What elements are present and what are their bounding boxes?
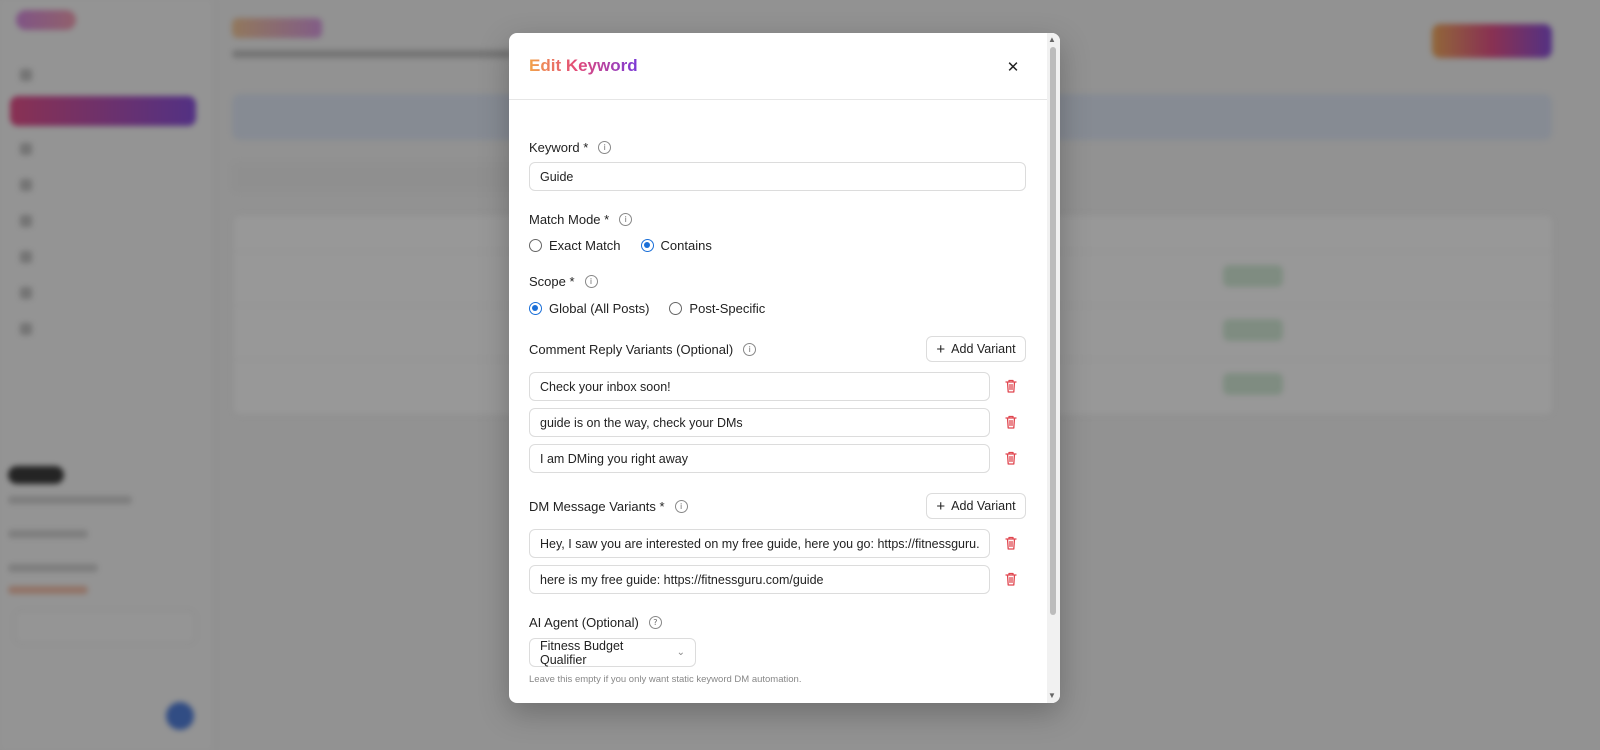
add-dm-variant-button[interactable]: + Add Variant bbox=[926, 493, 1026, 519]
ai-agent-select[interactable]: Fitness Budget Qualifier ⌄ bbox=[529, 638, 696, 667]
scope-options: Global (All Posts) Post-Specific bbox=[529, 301, 777, 316]
ai-agent-selected-value: Fitness Budget Qualifier bbox=[540, 638, 624, 667]
add-variant-label: Add Variant bbox=[951, 499, 1016, 513]
trash-icon[interactable] bbox=[1004, 414, 1018, 430]
edit-keyword-modal: Edit Keyword ✕ ▲ ▼ Keyword * i Match Mod… bbox=[509, 33, 1060, 703]
dm-variant-input[interactable] bbox=[529, 529, 990, 558]
ai-agent-label: AI Agent (Optional) ? bbox=[529, 615, 662, 630]
plus-icon: + bbox=[936, 340, 946, 358]
chevron-down-icon: ⌄ bbox=[676, 647, 685, 658]
add-variant-label: Add Variant bbox=[951, 342, 1016, 356]
scroll-down-icon[interactable]: ▼ bbox=[1048, 691, 1056, 700]
scope-label-text: Scope * bbox=[529, 274, 575, 289]
trash-icon[interactable] bbox=[1004, 378, 1018, 394]
comment-variants-label-text: Comment Reply Variants (Optional) bbox=[529, 342, 734, 357]
radio-button[interactable] bbox=[640, 239, 654, 252]
comment-variant-input[interactable] bbox=[529, 408, 990, 437]
match-mode-label-text: Match Mode * bbox=[529, 212, 610, 227]
scrollbar-thumb[interactable] bbox=[1050, 47, 1056, 615]
info-icon[interactable]: i bbox=[598, 141, 612, 154]
radio-exact-match[interactable]: Exact Match bbox=[529, 238, 621, 253]
modal-title: Edit Keyword bbox=[529, 56, 638, 75]
plus-icon: + bbox=[936, 497, 946, 515]
keyword-label-text: Keyword * bbox=[529, 140, 589, 155]
radio-label: Global (All Posts) bbox=[549, 301, 650, 316]
info-icon[interactable]: i bbox=[619, 213, 633, 226]
trash-icon[interactable] bbox=[1004, 571, 1018, 587]
close-button[interactable]: ✕ bbox=[1003, 57, 1023, 77]
radio-label: Post-Specific bbox=[689, 301, 766, 316]
scope-label: Scope * i bbox=[529, 274, 598, 289]
info-icon[interactable]: i bbox=[743, 343, 757, 356]
dm-variant-input[interactable] bbox=[529, 565, 990, 594]
ai-agent-label-text: AI Agent (Optional) bbox=[529, 615, 639, 630]
radio-post-specific[interactable]: Post-Specific bbox=[669, 301, 765, 316]
match-mode-options: Exact Match Contains bbox=[529, 238, 724, 253]
keyword-label: Keyword * i bbox=[529, 140, 612, 155]
dm-variants-label-text: DM Message Variants * bbox=[529, 499, 665, 514]
radio-contains[interactable]: Contains bbox=[640, 238, 712, 253]
radio-global[interactable]: Global (All Posts) bbox=[529, 301, 649, 316]
radio-button[interactable] bbox=[529, 239, 542, 252]
radio-label: Contains bbox=[660, 238, 712, 253]
radio-label: Exact Match bbox=[549, 238, 621, 253]
ai-agent-hint: Leave this empty if you only want static… bbox=[529, 674, 802, 685]
info-icon[interactable]: i bbox=[674, 500, 688, 513]
comment-variant-input[interactable] bbox=[529, 444, 990, 473]
info-icon[interactable]: i bbox=[584, 275, 598, 288]
radio-button[interactable] bbox=[529, 302, 542, 315]
comment-variants-label: Comment Reply Variants (Optional) i bbox=[529, 342, 757, 357]
keyword-input[interactable] bbox=[529, 162, 1026, 191]
dm-variants-label: DM Message Variants * i bbox=[529, 499, 688, 514]
modal-header: Edit Keyword ✕ bbox=[509, 33, 1047, 100]
comment-variant-input[interactable] bbox=[529, 372, 990, 401]
match-mode-label: Match Mode * i bbox=[529, 212, 633, 227]
scroll-up-icon[interactable]: ▲ bbox=[1048, 35, 1056, 44]
trash-icon[interactable] bbox=[1004, 535, 1018, 551]
add-comment-variant-button[interactable]: + Add Variant bbox=[926, 336, 1026, 362]
help-icon[interactable]: ? bbox=[648, 616, 662, 629]
radio-button[interactable] bbox=[669, 302, 683, 315]
trash-icon[interactable] bbox=[1004, 450, 1018, 466]
